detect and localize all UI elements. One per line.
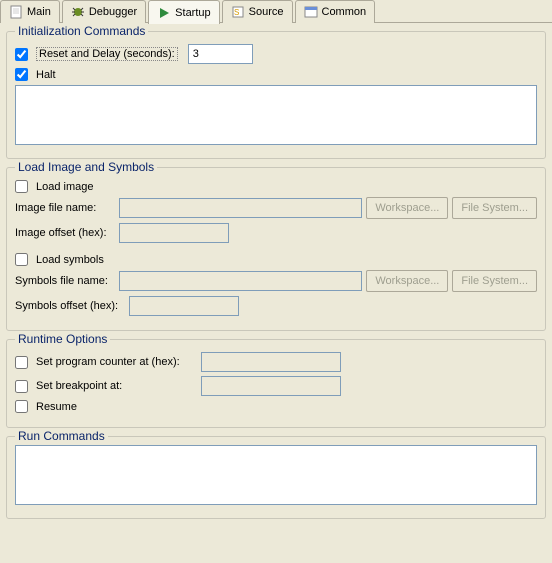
group-title: Load Image and Symbols (15, 160, 157, 174)
tab-main[interactable]: Main (0, 0, 60, 23)
tab-label: Common (322, 6, 367, 18)
tab-label: Main (27, 6, 51, 18)
set-pc-field[interactable] (201, 352, 341, 372)
group-init-commands: Initialization Commands Reset and Delay … (6, 31, 546, 159)
page-icon (9, 5, 23, 19)
image-offset-label: Image offset (hex): (15, 227, 115, 239)
play-icon (157, 6, 171, 20)
symbols-offset-field[interactable] (129, 296, 239, 316)
set-bp-label: Set breakpoint at: (36, 380, 191, 392)
symbols-file-name-label: Symbols file name: (15, 275, 115, 287)
bug-icon (71, 5, 85, 19)
startup-page: Initialization Commands Reset and Delay … (0, 23, 552, 563)
symbols-file-name-field[interactable] (119, 271, 362, 291)
image-offset-field[interactable] (119, 223, 229, 243)
reset-delay-checkbox[interactable] (15, 48, 28, 61)
tab-debugger[interactable]: Debugger (62, 0, 146, 23)
load-symbols-label: Load symbols (36, 254, 104, 266)
tab-label: Startup (175, 7, 210, 19)
window-icon (304, 5, 318, 19)
set-pc-label: Set program counter at (hex): (36, 356, 191, 368)
image-file-name-label: Image file name: (15, 202, 115, 214)
reset-delay-label: Reset and Delay (seconds): (36, 47, 178, 61)
load-image-label: Load image (36, 181, 94, 193)
image-filesystem-button[interactable]: File System... (452, 197, 537, 219)
dialog-root: Main Debugger Startup S Source Common In… (0, 0, 552, 563)
set-bp-field[interactable] (201, 376, 341, 396)
symbols-offset-label: Symbols offset (hex): (15, 300, 125, 312)
tab-common[interactable]: Common (295, 0, 376, 23)
image-file-name-field[interactable] (119, 198, 362, 218)
load-image-checkbox[interactable] (15, 180, 28, 193)
group-title: Run Commands (15, 429, 108, 443)
tab-label: Debugger (89, 6, 137, 18)
halt-label: Halt (36, 69, 56, 81)
svg-text:S: S (234, 8, 239, 17)
tab-strip: Main Debugger Startup S Source Common (0, 0, 552, 23)
load-symbols-checkbox[interactable] (15, 253, 28, 266)
run-commands-textarea[interactable] (15, 445, 537, 505)
group-runtime: Runtime Options Set program counter at (… (6, 339, 546, 428)
symbols-filesystem-button[interactable]: File System... (452, 270, 537, 292)
symbols-workspace-button[interactable]: Workspace... (366, 270, 448, 292)
set-pc-checkbox[interactable] (15, 356, 28, 369)
resume-checkbox[interactable] (15, 400, 28, 413)
group-run-commands: Run Commands (6, 436, 546, 519)
resume-label: Resume (36, 401, 77, 413)
reset-delay-field[interactable] (188, 44, 253, 64)
tab-label: Source (249, 6, 284, 18)
tab-source[interactable]: S Source (222, 0, 293, 23)
tab-startup[interactable]: Startup (148, 0, 219, 24)
group-load-image: Load Image and Symbols Load image Image … (6, 167, 546, 331)
init-commands-textarea[interactable] (15, 85, 537, 145)
set-bp-checkbox[interactable] (15, 380, 28, 393)
image-workspace-button[interactable]: Workspace... (366, 197, 448, 219)
group-title: Initialization Commands (15, 24, 148, 38)
halt-checkbox[interactable] (15, 68, 28, 81)
group-title: Runtime Options (15, 332, 110, 346)
source-icon: S (231, 5, 245, 19)
